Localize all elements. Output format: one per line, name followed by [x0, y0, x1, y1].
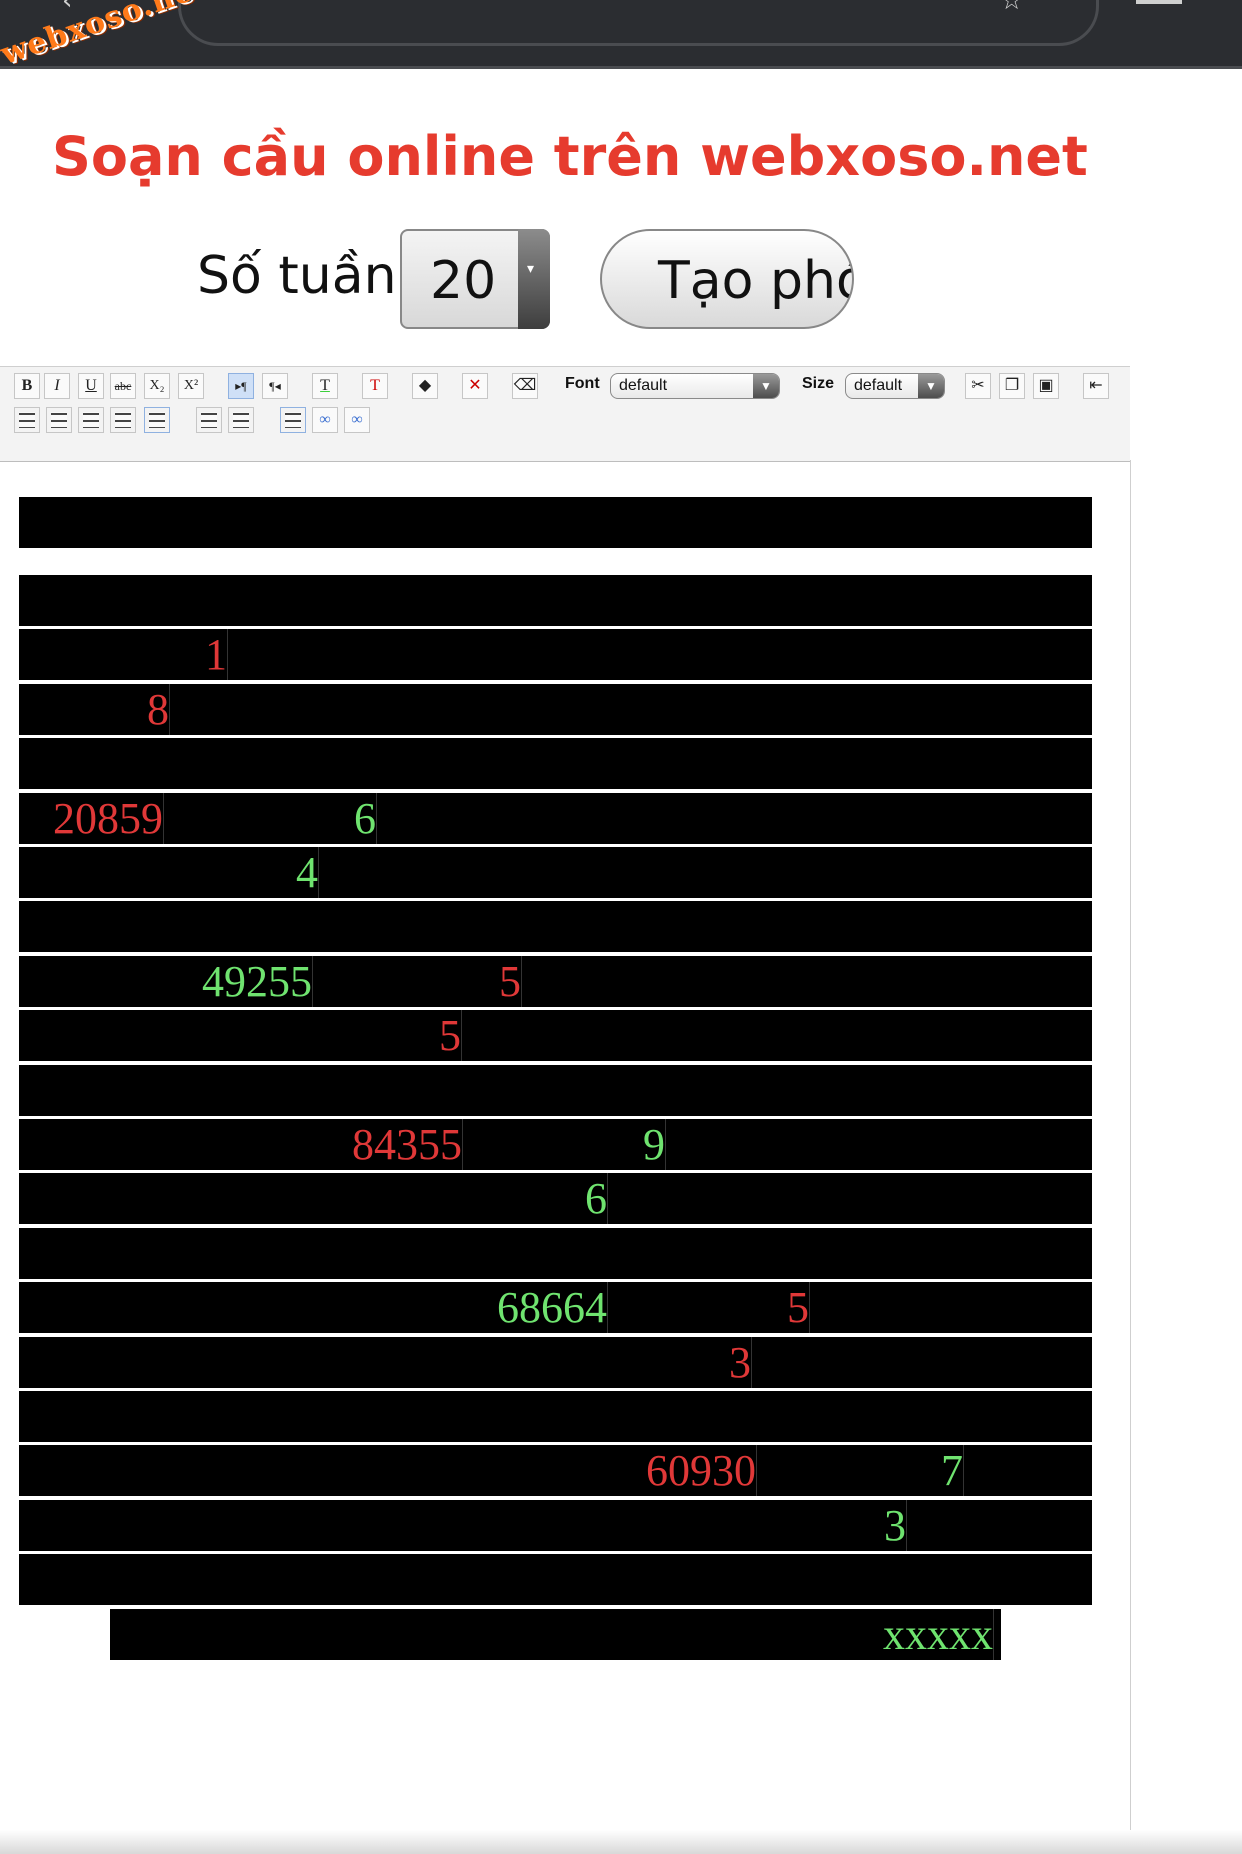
address-bar[interactable] [178, 0, 1099, 46]
grid-cell: 60930 [646, 1445, 757, 1497]
grid-cell: xxxxx [883, 1608, 994, 1660]
menu-icon[interactable] [1136, 0, 1182, 4]
weeks-value: 20 [430, 251, 497, 311]
make-button-label: Tạo phó [658, 251, 854, 311]
grid-row: 68664 5 [19, 1282, 1092, 1334]
grid-row [19, 738, 1092, 790]
grid-cell: 4 [296, 847, 319, 898]
align-left-icon[interactable] [14, 407, 40, 433]
insert-link-icon[interactable]: ∞ [312, 407, 338, 433]
grid-row: 5 [19, 1010, 1092, 1062]
cut-icon[interactable]: ✂ [965, 373, 991, 399]
grid-cell: 3 [884, 1499, 907, 1551]
grid-row: xxxxx [110, 1608, 1001, 1660]
grid-row [19, 1064, 1092, 1116]
outdent-icon[interactable]: ⇤ [1083, 373, 1109, 399]
grid-cell: 1 [205, 629, 228, 681]
grid-row: 49255 5 [19, 955, 1092, 1007]
grid-cell: 20859 [53, 792, 164, 844]
paste-word-icon[interactable]: ▣ [1033, 373, 1059, 399]
align-center-icon[interactable] [46, 407, 72, 433]
grid-row [19, 1391, 1092, 1442]
horizontal-rule-icon[interactable] [280, 407, 306, 433]
grid-row: 3 [19, 1499, 1092, 1551]
underline-button[interactable]: U [78, 373, 104, 399]
grid-cell: 8 [147, 683, 170, 735]
grid-cell: 49255 [202, 955, 313, 1007]
highlight-color-icon[interactable]: ◆ [412, 373, 438, 399]
weeks-select[interactable]: 20 ▾ [400, 229, 550, 329]
grid-cell: 5 [787, 1282, 810, 1334]
align-justify-icon[interactable] [110, 407, 136, 433]
grid-row [19, 1227, 1092, 1279]
align-full-icon[interactable] [144, 407, 170, 433]
text-color-button[interactable]: T [312, 373, 338, 399]
grid-cell: 7 [941, 1445, 964, 1497]
page-bottom-edge [0, 1830, 1242, 1854]
grid-row: 3 [19, 1336, 1092, 1388]
grid-row [19, 901, 1092, 953]
chevron-down-icon: ▼ [918, 374, 944, 398]
grid-cell: 5 [499, 955, 522, 1007]
grid-row: 60930 7 [19, 1445, 1092, 1497]
subscript-button[interactable]: X₂ [144, 373, 170, 399]
make-button[interactable]: Tạo phó [600, 229, 854, 329]
grid-row: 8 [19, 683, 1092, 735]
eraser-icon[interactable]: ⌫ [512, 373, 538, 399]
copy-icon[interactable]: ❐ [999, 373, 1025, 399]
ltr-button[interactable]: ▸¶ [228, 373, 254, 399]
grid-cell: 6 [585, 1173, 608, 1225]
font-select-value: default [619, 377, 668, 394]
grid-row: 4 [19, 847, 1092, 898]
grid-row: 6 [19, 1173, 1092, 1225]
size-label: Size [802, 375, 835, 392]
rtl-button[interactable]: ¶◂ [262, 373, 288, 399]
ordered-list-icon[interactable] [196, 407, 222, 433]
grid-cell: 3 [729, 1336, 752, 1388]
grid-cell: 68664 [497, 1282, 608, 1334]
grid-cell: 5 [439, 1010, 462, 1062]
weeks-label: Số tuần [197, 246, 397, 306]
font-select[interactable]: default ▼ [610, 373, 780, 399]
remove-format-button[interactable]: T [362, 373, 388, 399]
star-icon[interactable]: ☆ [1000, 0, 1023, 16]
remove-highlight-icon[interactable]: ✕ [462, 373, 488, 399]
italic-button[interactable]: I [44, 373, 70, 399]
size-select[interactable]: default ▼ [845, 373, 945, 399]
grid-cell: 9 [643, 1119, 666, 1170]
font-label: Font [565, 375, 600, 392]
header-bar [19, 497, 1092, 548]
grid-row: 84355 9 [19, 1119, 1092, 1170]
grid-row: 20859 6 [19, 792, 1092, 844]
chevron-down-icon: ▼ [753, 374, 779, 398]
page-title: Soạn cầu online trên webxoso.net [52, 125, 1088, 188]
grid-row: 1 [19, 629, 1092, 681]
remove-link-icon[interactable]: ∞ [344, 407, 370, 433]
editor-toolbar: B I U abc X₂ X² ▸¶ ¶◂ T T ◆ ✕ ⌫ Font def… [0, 366, 1130, 462]
bold-button[interactable]: B [14, 373, 40, 399]
align-right-icon[interactable] [78, 407, 104, 433]
grid-row [19, 575, 1092, 626]
grid-row [19, 1554, 1092, 1606]
unordered-list-icon[interactable] [228, 407, 254, 433]
superscript-button[interactable]: X² [178, 373, 204, 399]
strikethrough-button[interactable]: abc [110, 373, 136, 399]
size-select-value: default [854, 377, 903, 394]
grid-cell: 84355 [352, 1119, 463, 1170]
grid-cell: 6 [354, 792, 377, 844]
dropdown-arrow-icon: ▾ [518, 229, 550, 329]
